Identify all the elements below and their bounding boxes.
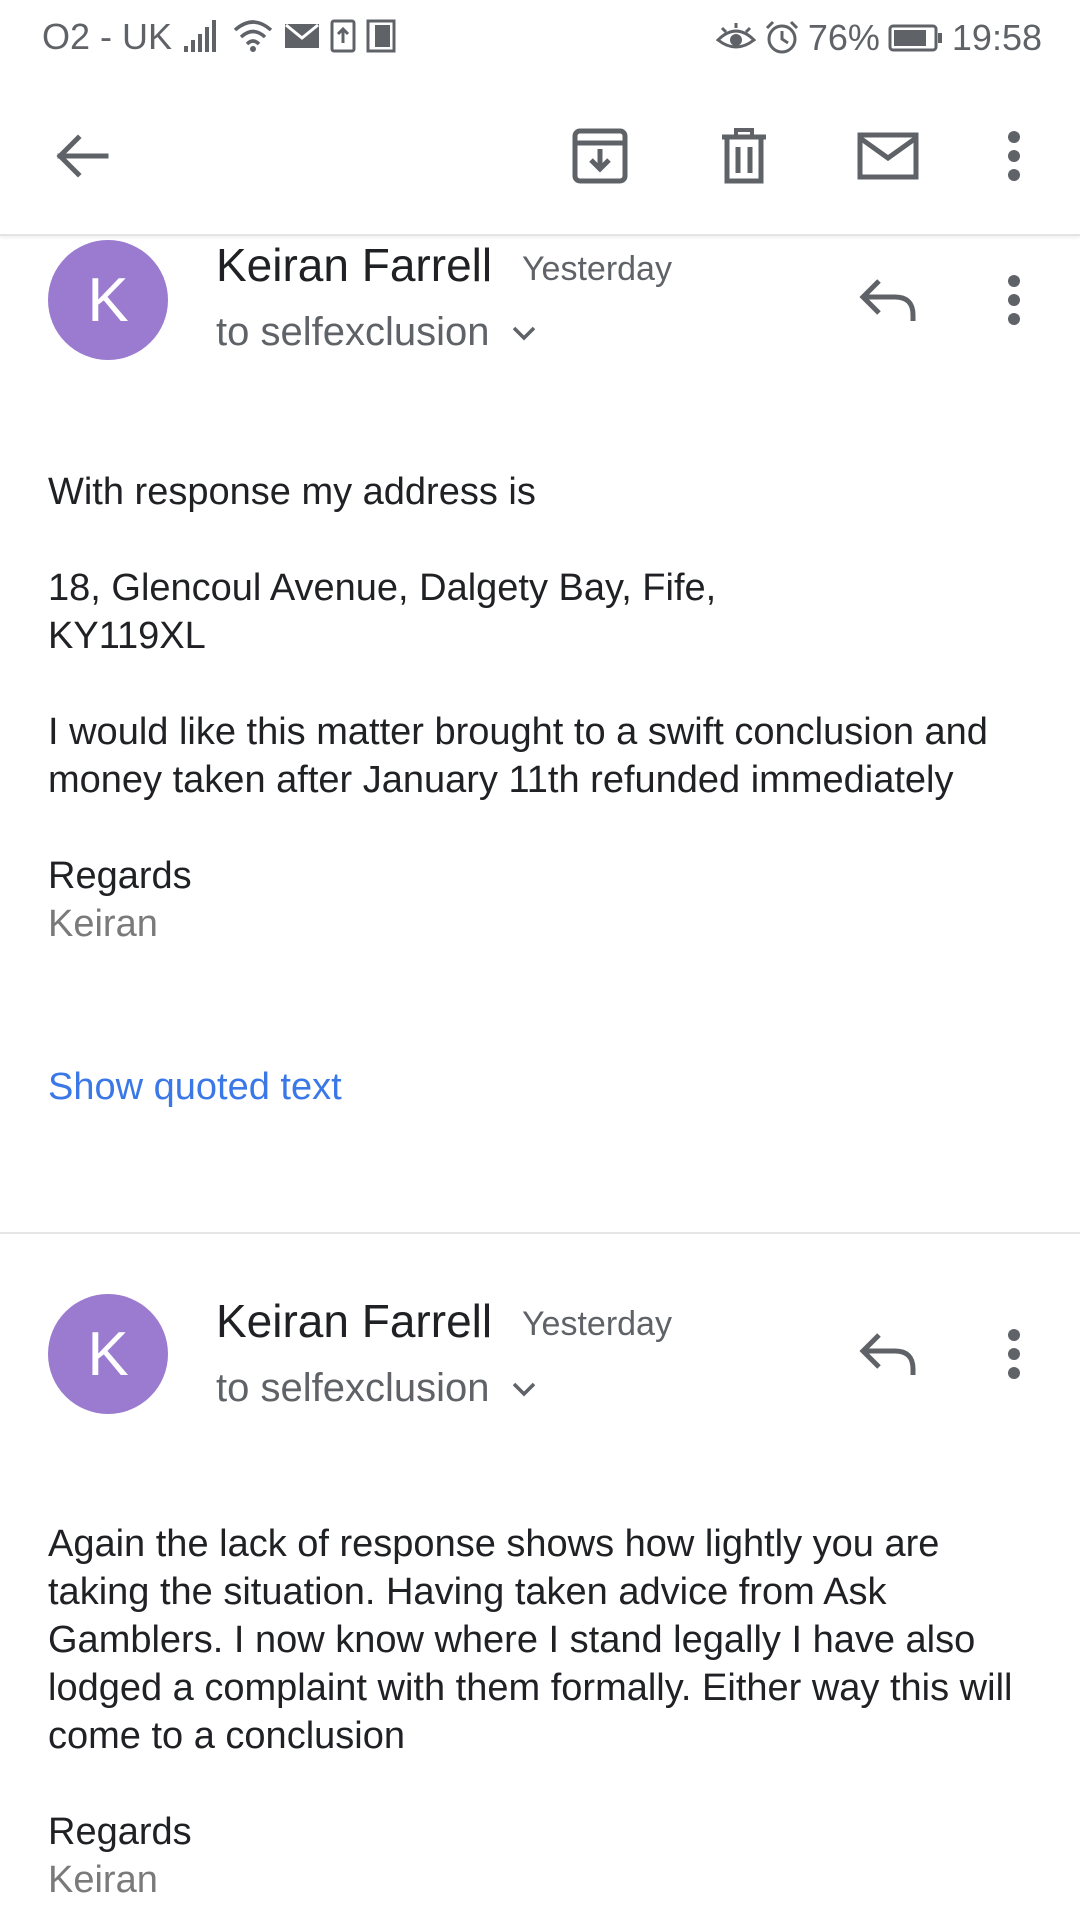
message-more-button[interactable] xyxy=(974,1314,1054,1394)
reply-button[interactable] xyxy=(848,260,928,340)
eye-icon xyxy=(715,23,756,49)
archive-icon xyxy=(572,128,628,184)
delete-icon xyxy=(722,128,766,184)
carrier-label: O2 - UK xyxy=(42,16,173,57)
message-body: With response my address is 18, Glencoul… xyxy=(48,468,1038,948)
status-icons-right: 76% 19:58 xyxy=(715,16,1042,60)
mark-unread-icon xyxy=(857,132,919,180)
sender-name: Keiran Farrell xyxy=(216,239,493,291)
more-options-button[interactable] xyxy=(974,116,1054,196)
mark-unread-button[interactable] xyxy=(848,116,928,196)
message-date: Yesterday xyxy=(522,1305,672,1343)
sender-name: Keiran Farrell xyxy=(216,1295,493,1347)
message-body: Again the lack of response shows how lig… xyxy=(48,1520,1038,1904)
wifi-icon xyxy=(233,20,273,52)
chevron-down-icon xyxy=(513,1382,536,1396)
avatar[interactable]: K xyxy=(48,1294,168,1414)
message-date: Yesterday xyxy=(522,250,672,288)
regards-text: Regards xyxy=(48,1811,192,1853)
signature-text: Keiran xyxy=(48,903,158,945)
status-bar: O2 - UK 76% 19:58 xyxy=(0,0,1080,76)
chevron-down-icon xyxy=(513,326,536,340)
recipient-label: to selfexclusion xyxy=(216,310,490,354)
more-vert-icon xyxy=(1008,275,1020,325)
archive-button[interactable] xyxy=(560,116,640,196)
address-line-2: KY119XL xyxy=(48,615,206,657)
mail-notification-icon xyxy=(285,23,319,48)
show-quoted-text-link[interactable]: Show quoted text xyxy=(48,1066,342,1109)
alarm-icon xyxy=(765,20,798,54)
regards-text: Regards xyxy=(48,855,192,897)
reply-icon xyxy=(859,279,916,321)
battery-icon xyxy=(888,24,942,52)
body-paragraph: Again the lack of response shows how lig… xyxy=(48,1523,1013,1757)
body-paragraph: I would like this matter brought to a sw… xyxy=(48,711,988,801)
recipient-details[interactable]: to selfexclusion xyxy=(216,310,537,355)
reply-button[interactable] xyxy=(848,1314,928,1394)
clock-time: 19:58 xyxy=(951,17,1042,58)
status-icons-left xyxy=(182,16,396,56)
top-app-bar xyxy=(0,76,1080,236)
body-line: With response my address is xyxy=(48,471,536,513)
signature-text: Keiran xyxy=(48,1859,158,1901)
battery-percent: 76% xyxy=(807,17,880,58)
recipient-details[interactable]: to selfexclusion xyxy=(216,1366,537,1411)
more-vert-icon xyxy=(1008,131,1020,181)
recipient-label: to selfexclusion xyxy=(216,1366,490,1410)
address-line-1: 18, Glencoul Avenue, Dalgety Bay, Fife, xyxy=(48,567,717,609)
message-divider xyxy=(0,1232,1080,1234)
more-vert-icon xyxy=(1008,1329,1020,1379)
back-icon xyxy=(56,134,109,178)
back-button[interactable] xyxy=(42,116,122,196)
delete-button[interactable] xyxy=(704,116,784,196)
upload-icon xyxy=(330,19,356,53)
message-more-button[interactable] xyxy=(974,260,1054,340)
sim-icon xyxy=(366,19,396,53)
signal-icon xyxy=(184,20,216,52)
reply-icon xyxy=(859,1333,916,1375)
avatar[interactable]: K xyxy=(48,240,168,360)
